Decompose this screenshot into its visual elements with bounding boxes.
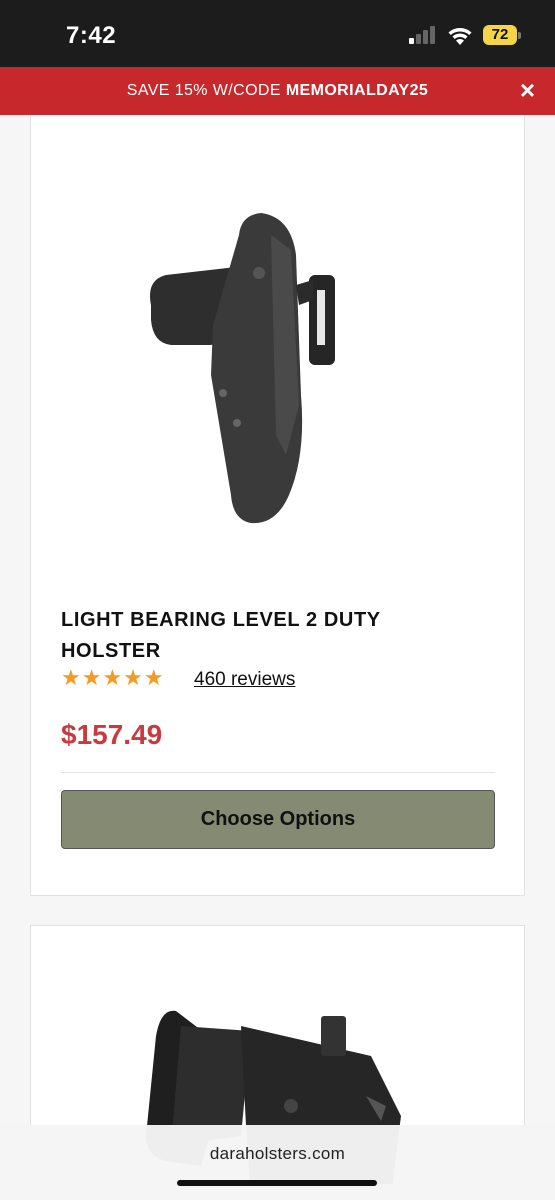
promo-code: MEMORIALDAY25: [285, 82, 429, 99]
status-icons: 72: [409, 25, 521, 45]
promo-banner: SAVE 15% W/CODE MEMORIALDAY25 ×: [0, 67, 555, 115]
url-text[interactable]: daraholsters.com: [0, 1144, 555, 1164]
choose-options-button[interactable]: Choose Options: [61, 790, 495, 849]
status-bar: 7:42 72: [0, 0, 555, 67]
close-icon[interactable]: ×: [520, 77, 535, 103]
divider: [61, 772, 495, 773]
status-time: 7:42: [66, 22, 117, 49]
promo-text: SAVE 15% W/CODE MEMORIALDAY25: [0, 82, 555, 100]
cellular-signal-icon: [409, 26, 435, 44]
product-card[interactable]: LIGHT BEARING LEVEL 2 DUTY HOLSTER ★★★★★…: [30, 115, 525, 896]
reviews-link[interactable]: 460 reviews: [194, 669, 295, 691]
home-indicator[interactable]: [177, 1180, 377, 1186]
battery-icon: 72: [483, 25, 521, 45]
star-rating: ★★★★★: [61, 665, 165, 690]
product-image-holster[interactable]: [141, 195, 421, 525]
product-price: $157.49: [61, 719, 163, 750]
wifi-icon: [448, 27, 472, 45]
browser-url-bar[interactable]: daraholsters.com: [0, 1125, 555, 1200]
promo-prefix: SAVE 15% W/CODE: [126, 82, 286, 99]
product-title[interactable]: LIGHT BEARING LEVEL 2 DUTY HOLSTER: [61, 605, 421, 667]
